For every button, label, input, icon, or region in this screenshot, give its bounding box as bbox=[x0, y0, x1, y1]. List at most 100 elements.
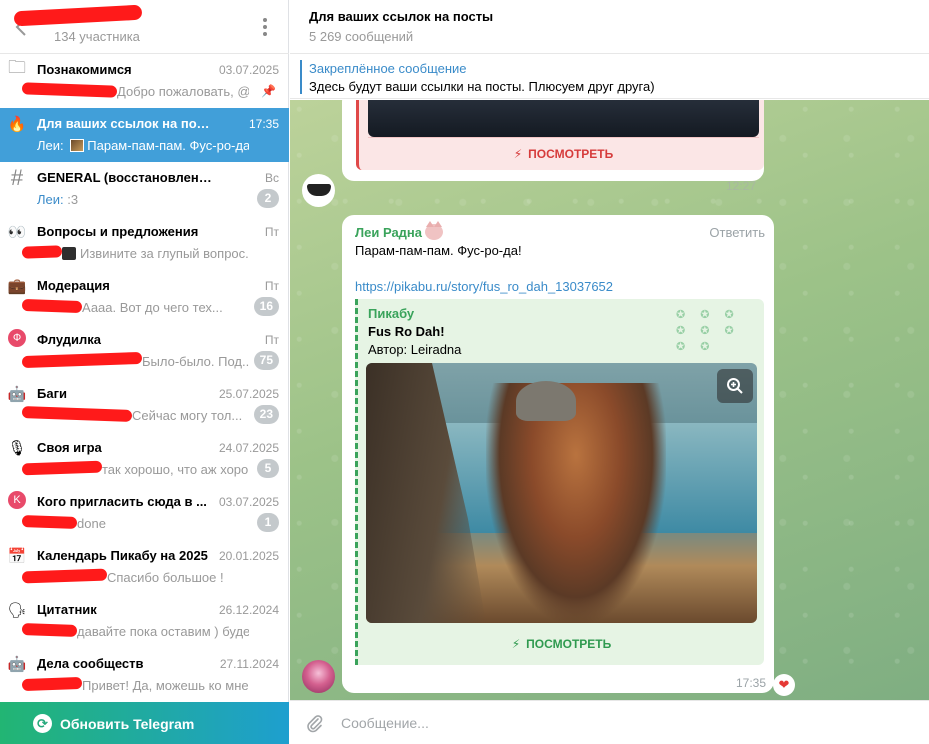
chat-item[interactable]: Ф Флудилка Пт Было-было. Под... 75 bbox=[0, 324, 289, 378]
lightning-icon: ⚡ bbox=[511, 637, 521, 651]
chat-date: 24.07.2025 bbox=[218, 441, 279, 455]
chat-preview: Леи: Парам-пам-пам. Фус-ро-да! bbox=[37, 138, 249, 153]
chat-preview: Извините за глупый вопрос... bbox=[37, 246, 249, 261]
update-telegram-button[interactable]: ⟳ Обновить Telegram bbox=[0, 702, 289, 744]
reply-button[interactable]: Ответить bbox=[709, 225, 765, 240]
chat-pane: Для ваших ссылок на посты 5 269 сообщени… bbox=[290, 0, 929, 744]
heart-reaction-icon[interactable]: ❤ bbox=[773, 674, 795, 696]
view-button-previous[interactable]: ⚡ ПОСМОТРЕТЬ bbox=[368, 137, 759, 170]
chat-item[interactable]: 👀 Вопросы и предложения Пт Извините за глуп… bbox=[0, 216, 289, 270]
more-menu-icon[interactable] bbox=[258, 16, 272, 38]
briefcase-icon: 💼 bbox=[7, 278, 27, 295]
redacted-sender bbox=[21, 245, 63, 259]
message-time: 17:35 bbox=[735, 676, 766, 690]
avatar[interactable] bbox=[302, 174, 335, 207]
preview-text: Добро пожаловать, @an bbox=[117, 84, 249, 99]
chat-item[interactable]: 🔥 Для ваших ссылок на посты 17:35 Леи: Пара… bbox=[0, 108, 289, 162]
chat-item[interactable]: 🎙 Своя игра 24.07.2025 так хорошо, что аж х… bbox=[0, 432, 289, 486]
chat-name: Для ваших ссылок на посты bbox=[37, 116, 212, 131]
chat-item[interactable]: K Кого пригласить сюда в ... 03.07.2025 don… bbox=[0, 486, 289, 540]
zoom-in-icon bbox=[727, 378, 743, 394]
chat-date: 25.07.2025 bbox=[218, 387, 279, 401]
pinned-title: Закреплённое сообщение bbox=[309, 61, 467, 76]
chat-date: Вс bbox=[264, 171, 279, 185]
member-count: 134 участника bbox=[54, 29, 140, 44]
microphone-icon: 🎙 bbox=[7, 440, 27, 457]
chat-name: Календарь Пикабу на 2025 bbox=[37, 548, 208, 563]
redacted-sender bbox=[21, 298, 83, 314]
chat-item[interactable]: 💼 Модерация Пт Аааа. Вот до чего тех... 16 bbox=[0, 270, 289, 324]
cat-emoji-icon bbox=[425, 221, 444, 240]
preview-image[interactable] bbox=[366, 363, 757, 623]
link-preview-previous: ⚡ ПОСМОТРЕТЬ bbox=[356, 100, 764, 170]
preview-text: Сейчас могу тол... bbox=[132, 408, 243, 423]
preview-description: Автор: Leiradna bbox=[368, 342, 462, 357]
chat-name: Познакомимся bbox=[37, 62, 132, 77]
pinned-message-bar[interactable]: Закреплённое сообщение Здесь будут ваши … bbox=[290, 54, 929, 99]
chat-date: 03.07.2025 bbox=[218, 495, 279, 509]
robot-icon: 🤖 bbox=[7, 656, 27, 673]
speech-icon: 🗣 bbox=[7, 602, 27, 619]
preview-text: Спасибо большое ! bbox=[107, 570, 224, 585]
chat-name: Баги bbox=[37, 386, 67, 401]
paperclip-icon[interactable] bbox=[304, 713, 324, 733]
pinned-accent-line bbox=[300, 60, 302, 94]
preview-text: :3 bbox=[67, 192, 79, 207]
avatar[interactable] bbox=[302, 660, 335, 693]
chat-item[interactable]: 🗣 Цитатник 26.12.2024 давайте пока оставим … bbox=[0, 594, 289, 648]
message-count: 5 269 сообщений bbox=[309, 29, 414, 44]
message-sender[interactable]: Леи Радна bbox=[355, 221, 444, 240]
image-helmet bbox=[516, 381, 576, 421]
robot-icon: 🤖 bbox=[7, 386, 27, 403]
chat-name: GENERAL (восстановленный) bbox=[37, 170, 212, 185]
preview-text: давайте пока оставим ) будет ... bbox=[77, 624, 249, 639]
preview-image-previous[interactable] bbox=[368, 100, 759, 137]
chat-date: 17:35 bbox=[248, 117, 279, 131]
message-bubble: Леи Радна Ответить Парам-пам-пам. Фус-ро… bbox=[342, 215, 774, 693]
preview-thumbnail bbox=[70, 139, 85, 152]
unread-badge: 16 bbox=[253, 297, 279, 316]
update-telegram-label: Обновить Telegram bbox=[60, 716, 195, 732]
unread-badge: 5 bbox=[257, 459, 279, 478]
message-time: 12:27 bbox=[725, 179, 756, 193]
refresh-icon: ⟳ bbox=[33, 714, 52, 733]
topic-list: 🗀 Познакомимся 03.07.2025 Добро пожаловать,… bbox=[0, 54, 289, 702]
pin-icon: 📌 bbox=[261, 84, 276, 98]
fire-icon: 🔥 bbox=[7, 116, 27, 133]
image-figure bbox=[486, 383, 666, 623]
link-preview[interactable]: Пикабу Fus Ro Dah! Автор: Leiradna ✪ ✪ ✪… bbox=[355, 299, 764, 665]
message-input[interactable] bbox=[341, 712, 901, 734]
chat-title: Для ваших ссылок на посты bbox=[309, 9, 494, 24]
preview-text: Было-было. Под... bbox=[142, 354, 249, 369]
chat-name: Дела сообществ bbox=[37, 656, 144, 671]
message-link[interactable]: https://pikabu.ru/story/fus_ro_dah_13037… bbox=[355, 279, 613, 294]
preview-title: Fus Ro Dah! bbox=[368, 324, 445, 339]
view-button[interactable]: ⚡ ПОСМОТРЕТЬ bbox=[366, 623, 757, 665]
chat-name: Модерация bbox=[37, 278, 110, 293]
preview-sender: Леи: bbox=[37, 192, 64, 207]
preview-sender: Леи: bbox=[37, 138, 64, 153]
preview-text: так хорошо, что аж хорошо) bbox=[102, 462, 249, 477]
k-circle-icon: K bbox=[8, 491, 26, 509]
pinned-text: Здесь будут ваши ссылки на посты. Плюсуе… bbox=[309, 79, 655, 94]
chat-name: Своя игра bbox=[37, 440, 102, 455]
chat-date: 20.01.2025 bbox=[218, 549, 279, 563]
chat-item[interactable]: 🤖 Дела сообществ 27.11.2024 Привет! Да, мож… bbox=[0, 648, 289, 702]
chat-name: Флудилка bbox=[37, 332, 102, 347]
chat-sidebar: 134 участника 🗀 Познакомимся 03.07.2025 Доб… bbox=[0, 0, 289, 744]
flood-icon: Ф bbox=[8, 329, 26, 347]
chat-item[interactable]: 🗀 Познакомимся 03.07.2025 Добро пожаловать,… bbox=[0, 54, 289, 108]
hash-icon: # bbox=[10, 165, 24, 190]
unread-badge: 75 bbox=[253, 351, 279, 370]
zoom-button[interactable] bbox=[717, 369, 753, 403]
pentagram-pattern-icon: ✪ ✪ ✪ ✪ ✪ ✪ ✪ ✪ bbox=[676, 309, 740, 353]
lightning-icon: ⚡ bbox=[513, 147, 523, 161]
redacted-sender bbox=[21, 515, 78, 529]
eyes-icon: 👀 bbox=[7, 224, 27, 241]
chat-item[interactable]: # GENERAL (восстановленный) Вс Леи: :3 2 bbox=[0, 162, 289, 216]
preview-text: Аааа. Вот до чего тех... bbox=[82, 300, 223, 315]
chat-item[interactable]: 🤖 Баги 25.07.2025 Сейчас могу тол... 23 bbox=[0, 378, 289, 432]
chat-item[interactable]: 📅 Календарь Пикабу на 2025 20.01.2025 Спаси… bbox=[0, 540, 289, 594]
calendar-icon: 📅 bbox=[7, 548, 27, 565]
chat-header[interactable]: Для ваших ссылок на посты 5 269 сообщени… bbox=[290, 0, 929, 54]
